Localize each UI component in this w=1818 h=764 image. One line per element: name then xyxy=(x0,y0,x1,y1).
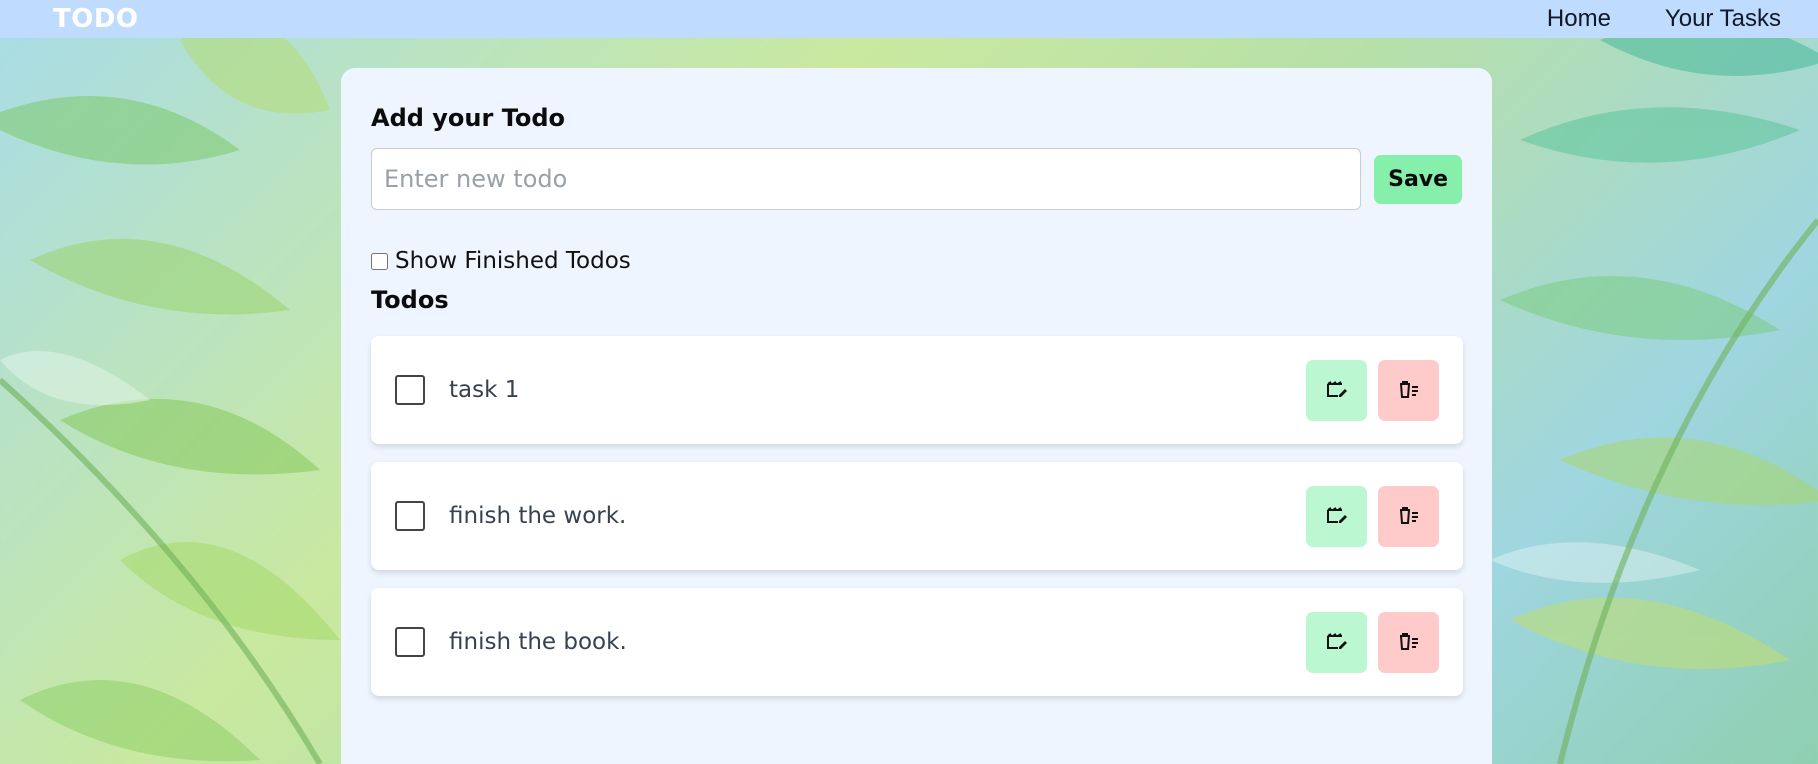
delete-button[interactable] xyxy=(1378,485,1439,547)
new-todo-input[interactable] xyxy=(371,148,1362,210)
delete-button[interactable] xyxy=(1378,611,1439,673)
delete-icon xyxy=(1398,381,1420,399)
show-finished-toggle: Show Finished Todos xyxy=(371,248,1462,274)
todo-checkbox[interactable] xyxy=(395,627,425,657)
delete-icon xyxy=(1398,633,1420,651)
todo-text: finish the work. xyxy=(449,503,627,529)
edit-button[interactable] xyxy=(1306,359,1367,421)
todo-panel: Add your Todo Save Show Finished Todos T… xyxy=(341,68,1492,764)
brand-logo[interactable]: TODO xyxy=(53,4,139,34)
nav-home-link[interactable]: Home xyxy=(1547,5,1611,33)
add-todo-title: Add your Todo xyxy=(371,104,566,132)
todo-checkbox[interactable] xyxy=(395,501,425,531)
delete-icon xyxy=(1398,507,1420,525)
navbar: TODO Home Your Tasks xyxy=(0,0,1818,38)
edit-button[interactable] xyxy=(1306,611,1367,673)
add-todo-row: Save xyxy=(371,148,1462,210)
show-finished-checkbox[interactable] xyxy=(371,252,388,270)
nav-your-tasks-link[interactable]: Your Tasks xyxy=(1665,5,1781,33)
edit-icon xyxy=(1326,633,1348,651)
todo-item: task 1 xyxy=(371,336,1463,444)
nav-links: Home Your Tasks xyxy=(1547,5,1781,33)
todo-text: finish the book. xyxy=(449,629,627,655)
show-finished-label[interactable]: Show Finished Todos xyxy=(395,248,631,274)
todos-title: Todos xyxy=(371,286,449,314)
edit-button[interactable] xyxy=(1306,485,1367,547)
delete-button[interactable] xyxy=(1378,359,1439,421)
save-button[interactable]: Save xyxy=(1374,154,1462,204)
todo-item: finish the book. xyxy=(371,588,1463,696)
todo-text: task 1 xyxy=(449,377,520,403)
todo-list: task 1 finish the work. finish the book. xyxy=(371,336,1463,696)
todo-item: finish the work. xyxy=(371,462,1463,570)
todo-checkbox[interactable] xyxy=(395,375,425,405)
edit-icon xyxy=(1326,381,1348,399)
edit-icon xyxy=(1326,507,1348,525)
